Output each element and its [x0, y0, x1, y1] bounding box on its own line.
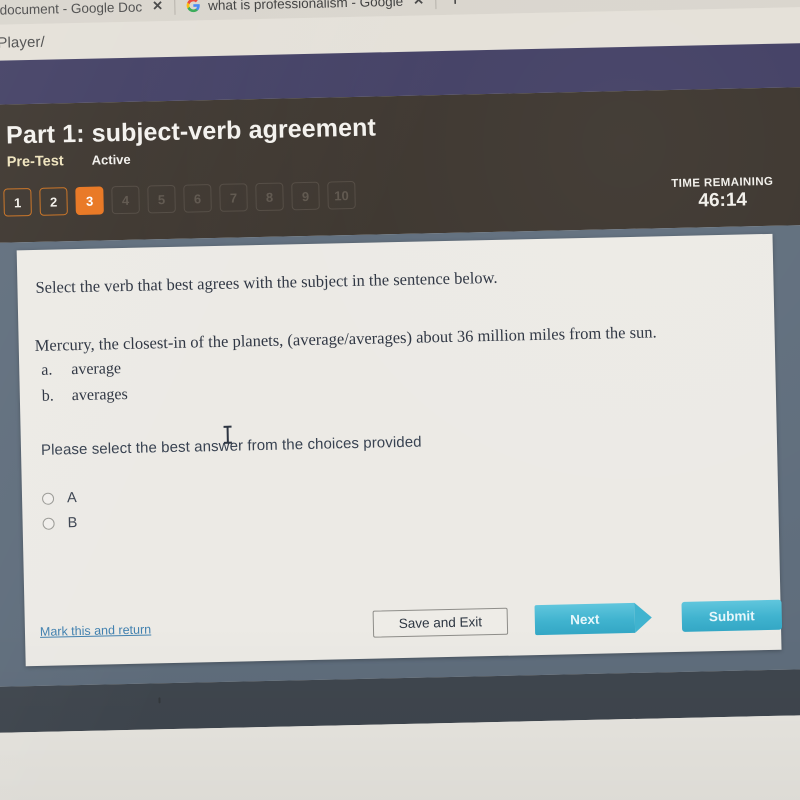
question-stem: Select the verb that best agrees with th… — [35, 267, 498, 297]
answer-option-a-label: A — [66, 489, 77, 506]
mark-this-and-return-link[interactable]: Mark this and return — [40, 622, 151, 638]
inline-choice-a-marker: a. — [41, 361, 53, 379]
inline-choice-a-text: average — [71, 360, 122, 379]
inline-choice-b-marker: b. — [41, 387, 55, 406]
timer: TIME REMAINING 46:14 — [671, 176, 774, 213]
timer-label: TIME REMAINING — [671, 175, 774, 191]
assessment-header: Part 1: subject-verb agreement Pre-Test … — [0, 87, 800, 244]
question-nav-2[interactable]: 2 — [39, 187, 68, 216]
inline-choices: a. average b. averages — [41, 356, 128, 411]
inline-choice-b-text: averages — [71, 386, 128, 405]
question-sentence: Mercury, the closest-in of the planets, … — [34, 322, 657, 355]
question-nav-6: 6 — [183, 184, 212, 213]
answer-options[interactable]: A B — [41, 485, 78, 536]
next-button[interactable]: Next — [534, 602, 636, 636]
answer-option-b[interactable]: B — [42, 510, 77, 536]
radio-icon[interactable] — [42, 517, 55, 530]
answer-option-b-label: B — [67, 514, 78, 531]
close-icon[interactable]: ✕ — [413, 0, 424, 9]
timer-value: 46:14 — [698, 189, 748, 212]
close-icon[interactable]: ✕ — [152, 0, 163, 14]
screen-photo: titled document - Google Doc ✕ what is p… — [0, 0, 800, 800]
radio-icon[interactable] — [41, 492, 55, 505]
browser-tab-1-title: titled document - Google Doc — [0, 0, 143, 18]
question-nav-7: 7 — [219, 183, 248, 212]
question-nav-9: 9 — [291, 181, 320, 211]
assignment-meta: Pre-Test Active — [7, 152, 131, 171]
new-tab-button[interactable]: + — [439, 0, 472, 10]
question-nav-10: 10 — [327, 180, 356, 210]
tab-separator — [434, 0, 437, 10]
dust-speck — [158, 697, 161, 704]
question-nav-8: 8 — [255, 182, 284, 212]
tab-separator — [173, 0, 176, 15]
question-nav-1[interactable]: 1 — [3, 187, 32, 217]
question-card: Select the verb that best agrees with th… — [16, 233, 783, 667]
submit-button[interactable]: Submit — [681, 599, 783, 632]
question-nav-4: 4 — [111, 185, 140, 215]
answer-option-a[interactable]: A — [41, 485, 77, 511]
status-badge: Active — [91, 151, 131, 168]
question-nav-5: 5 — [147, 184, 176, 214]
question-navigator[interactable]: 1 2 3 4 5 6 7 8 9 10 — [3, 180, 356, 217]
browser-tab-2-title: what is professionalism - Google — [207, 0, 404, 13]
url-text: om/Player/ — [0, 33, 45, 52]
assignment-type-label: Pre-Test — [6, 153, 64, 171]
page-title: Part 1: subject-verb agreement — [5, 113, 377, 150]
google-g-icon — [186, 0, 201, 13]
screen-content: titled document - Google Doc ✕ what is p… — [0, 0, 800, 800]
answer-instruction: Please select the best answer from the c… — [40, 433, 422, 459]
save-and-exit-button[interactable]: Save and Exit — [372, 607, 509, 638]
inline-choice-a: a. average — [41, 356, 128, 384]
inline-choice-b: b. averages — [42, 382, 129, 410]
card-actions: Save and Exit Next Submit — [372, 599, 783, 639]
question-nav-3[interactable]: 3 — [75, 186, 104, 216]
text-cursor-icon — [226, 426, 229, 443]
